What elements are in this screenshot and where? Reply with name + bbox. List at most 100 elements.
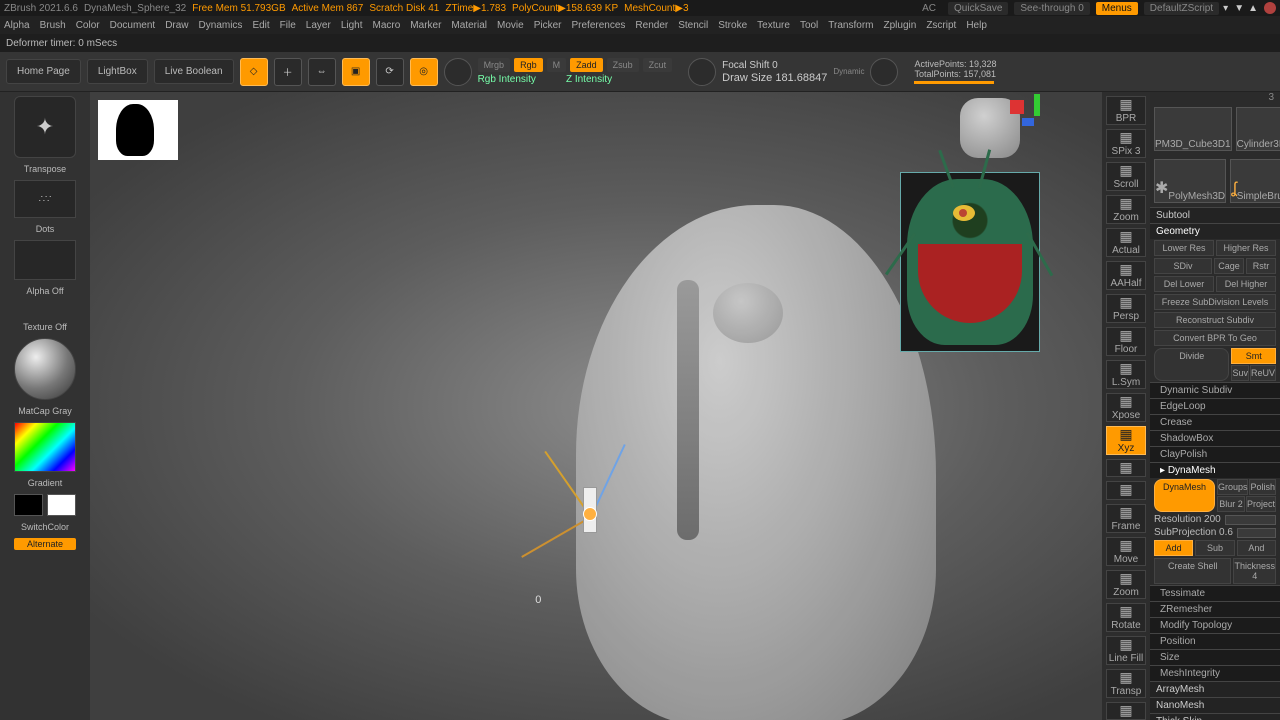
tool-rot[interactable]: ▦Rotate	[1106, 603, 1146, 632]
tool-bpr[interactable]: ▦BPR	[1106, 96, 1146, 125]
menu-render[interactable]: Render	[635, 20, 668, 31]
edit-mode-button[interactable]: ◇	[240, 58, 268, 86]
m-button[interactable]: M	[547, 58, 567, 72]
create-shell-button[interactable]: Create Shell	[1154, 558, 1231, 584]
alternate-button[interactable]: Alternate	[14, 538, 76, 550]
tool-s2[interactable]: ▦	[1106, 481, 1146, 499]
project-button[interactable]: Project	[1246, 496, 1276, 512]
groups-button[interactable]: Groups	[1217, 479, 1249, 495]
section-arraymesh[interactable]: ArrayMesh	[1150, 681, 1280, 697]
menu-stroke[interactable]: Stroke	[718, 20, 747, 31]
section-edgeloop[interactable]: EdgeLoop	[1150, 398, 1280, 414]
axis-z-icon[interactable]	[521, 517, 591, 559]
mesh-arm[interactable]	[677, 280, 699, 540]
menu-brush[interactable]: Brush	[40, 20, 66, 31]
cage-button[interactable]: Cage	[1214, 258, 1244, 274]
menu-preferences[interactable]: Preferences	[571, 20, 625, 31]
move-mode-button[interactable]: ⇔	[308, 58, 336, 86]
convert-bpr-button[interactable]: Convert BPR To Geo	[1154, 330, 1276, 346]
tool-zoom2[interactable]: ▦Zoom	[1106, 570, 1146, 599]
mrgb-button[interactable]: Mrgb	[478, 58, 511, 72]
zsub-button[interactable]: Zsub	[607, 58, 639, 72]
rstr-button[interactable]: Rstr	[1246, 258, 1276, 274]
close-icon[interactable]	[1264, 2, 1276, 14]
section-thickskin[interactable]: Thick Skin	[1150, 713, 1280, 720]
live-boolean-button[interactable]: Live Boolean	[154, 59, 234, 84]
gizmo-center-icon[interactable]	[583, 507, 597, 521]
thickness-slider[interactable]: Thickness 4	[1233, 558, 1276, 584]
reference-image[interactable]	[900, 172, 1040, 352]
tool-transp[interactable]: ▦Transp	[1106, 669, 1146, 698]
switchcolor-label[interactable]: SwitchColor	[21, 522, 69, 532]
menu-texture[interactable]: Texture	[757, 20, 790, 31]
zadd-button[interactable]: Zadd	[570, 58, 603, 72]
dynamesh-button[interactable]: DynaMesh	[1154, 479, 1215, 512]
tool-xyz[interactable]: ▦Xyz	[1106, 426, 1146, 455]
reuv-button[interactable]: ReUV	[1250, 365, 1276, 381]
see-through[interactable]: See-through 0	[1014, 2, 1089, 15]
menu-light[interactable]: Light	[341, 20, 363, 31]
tool-thumb-3[interactable]: ✱PolyMesh3D	[1154, 159, 1226, 203]
section-dynamesh[interactable]: ▸ DynaMesh	[1150, 462, 1280, 478]
viewport[interactable]: 0	[90, 92, 1102, 720]
smt-button[interactable]: Smt	[1231, 348, 1276, 364]
tool-xpose[interactable]: ▦Xpose	[1106, 393, 1146, 422]
tool-move2[interactable]: ▦Move	[1106, 537, 1146, 566]
section-shadowbox[interactable]: ShadowBox	[1150, 430, 1280, 446]
menu-document[interactable]: Document	[110, 20, 156, 31]
menu-stencil[interactable]: Stencil	[678, 20, 708, 31]
tool-aahalf[interactable]: ▦AAHalf	[1106, 261, 1146, 290]
tool-floor[interactable]: ▦Floor	[1106, 327, 1146, 356]
dots-stroke[interactable]: ∴∵	[14, 180, 76, 218]
section-geometry[interactable]: Geometry	[1150, 223, 1280, 239]
menu-tool[interactable]: Tool	[800, 20, 818, 31]
menu-transform[interactable]: Transform	[828, 20, 873, 31]
section-nanomesh[interactable]: NanoMesh	[1150, 697, 1280, 713]
tool-thumb-2[interactable]: Cylinder3D1	[1236, 107, 1280, 151]
menu-down-icon[interactable]: ▾	[1223, 3, 1228, 14]
blur-slider[interactable]: Blur 2	[1217, 496, 1245, 512]
section-zremesher[interactable]: ZRemesher	[1150, 601, 1280, 617]
menu-zplugin[interactable]: Zplugin	[884, 20, 917, 31]
section-dynamic-subdiv[interactable]: Dynamic Subdiv	[1150, 382, 1280, 398]
suv-button[interactable]: Suv	[1231, 365, 1249, 381]
draw-mode-button[interactable]: ＋	[274, 58, 302, 86]
color-picker[interactable]	[14, 422, 76, 472]
dynamic-label[interactable]: Dynamic	[833, 67, 864, 76]
transpose-gizmo[interactable]	[515, 437, 665, 587]
tool-lf[interactable]: ▦Line Fill	[1106, 636, 1146, 665]
focal-dial[interactable]	[688, 58, 716, 86]
lower-res-button[interactable]: Lower Res	[1154, 240, 1214, 256]
color-swatches[interactable]	[14, 494, 76, 516]
silhouette-thumb[interactable]	[98, 100, 178, 160]
menu-dynamics[interactable]: Dynamics	[199, 20, 243, 31]
tool-lsym[interactable]: ▦L.Sym	[1106, 360, 1146, 389]
gizmo-button[interactable]: ◎	[410, 58, 438, 86]
menu-picker[interactable]: Picker	[534, 20, 562, 31]
rotate-mode-button[interactable]: ⟳	[376, 58, 404, 86]
tool-frame[interactable]: ▦Frame	[1106, 504, 1146, 533]
size-dial[interactable]	[870, 58, 898, 86]
del-higher-button[interactable]: Del Higher	[1216, 276, 1276, 292]
menu-zscript[interactable]: Zscript	[926, 20, 956, 31]
transpose-tool[interactable]: ✦	[14, 96, 76, 158]
sub-button[interactable]: Sub	[1195, 540, 1234, 556]
rgb-button[interactable]: Rgb	[514, 58, 543, 72]
menu-file[interactable]: File	[280, 20, 296, 31]
menu-macro[interactable]: Macro	[373, 20, 401, 31]
tool-spix[interactable]: ▦SPix 3	[1106, 129, 1146, 158]
menu-marker[interactable]: Marker	[410, 20, 441, 31]
sculptris-dial[interactable]	[444, 58, 472, 86]
tool-actual[interactable]: ▦Actual	[1106, 228, 1146, 257]
add-button[interactable]: Add	[1154, 540, 1193, 556]
tool-solo[interactable]: ▦	[1106, 702, 1146, 720]
zcut-button[interactable]: Zcut	[643, 58, 673, 72]
matcap-swatch[interactable]	[14, 338, 76, 400]
tool-thumb-1[interactable]: PM3D_Cube3D1	[1154, 107, 1232, 151]
tool-s1[interactable]: ▦	[1106, 459, 1146, 477]
section-position[interactable]: Position	[1150, 633, 1280, 649]
default-zscript[interactable]: DefaultZScript	[1144, 2, 1219, 15]
menu-alpha[interactable]: Alpha	[4, 20, 30, 31]
section-crease[interactable]: Crease	[1150, 414, 1280, 430]
collapse-up-icon[interactable]: ▲	[1248, 3, 1258, 14]
